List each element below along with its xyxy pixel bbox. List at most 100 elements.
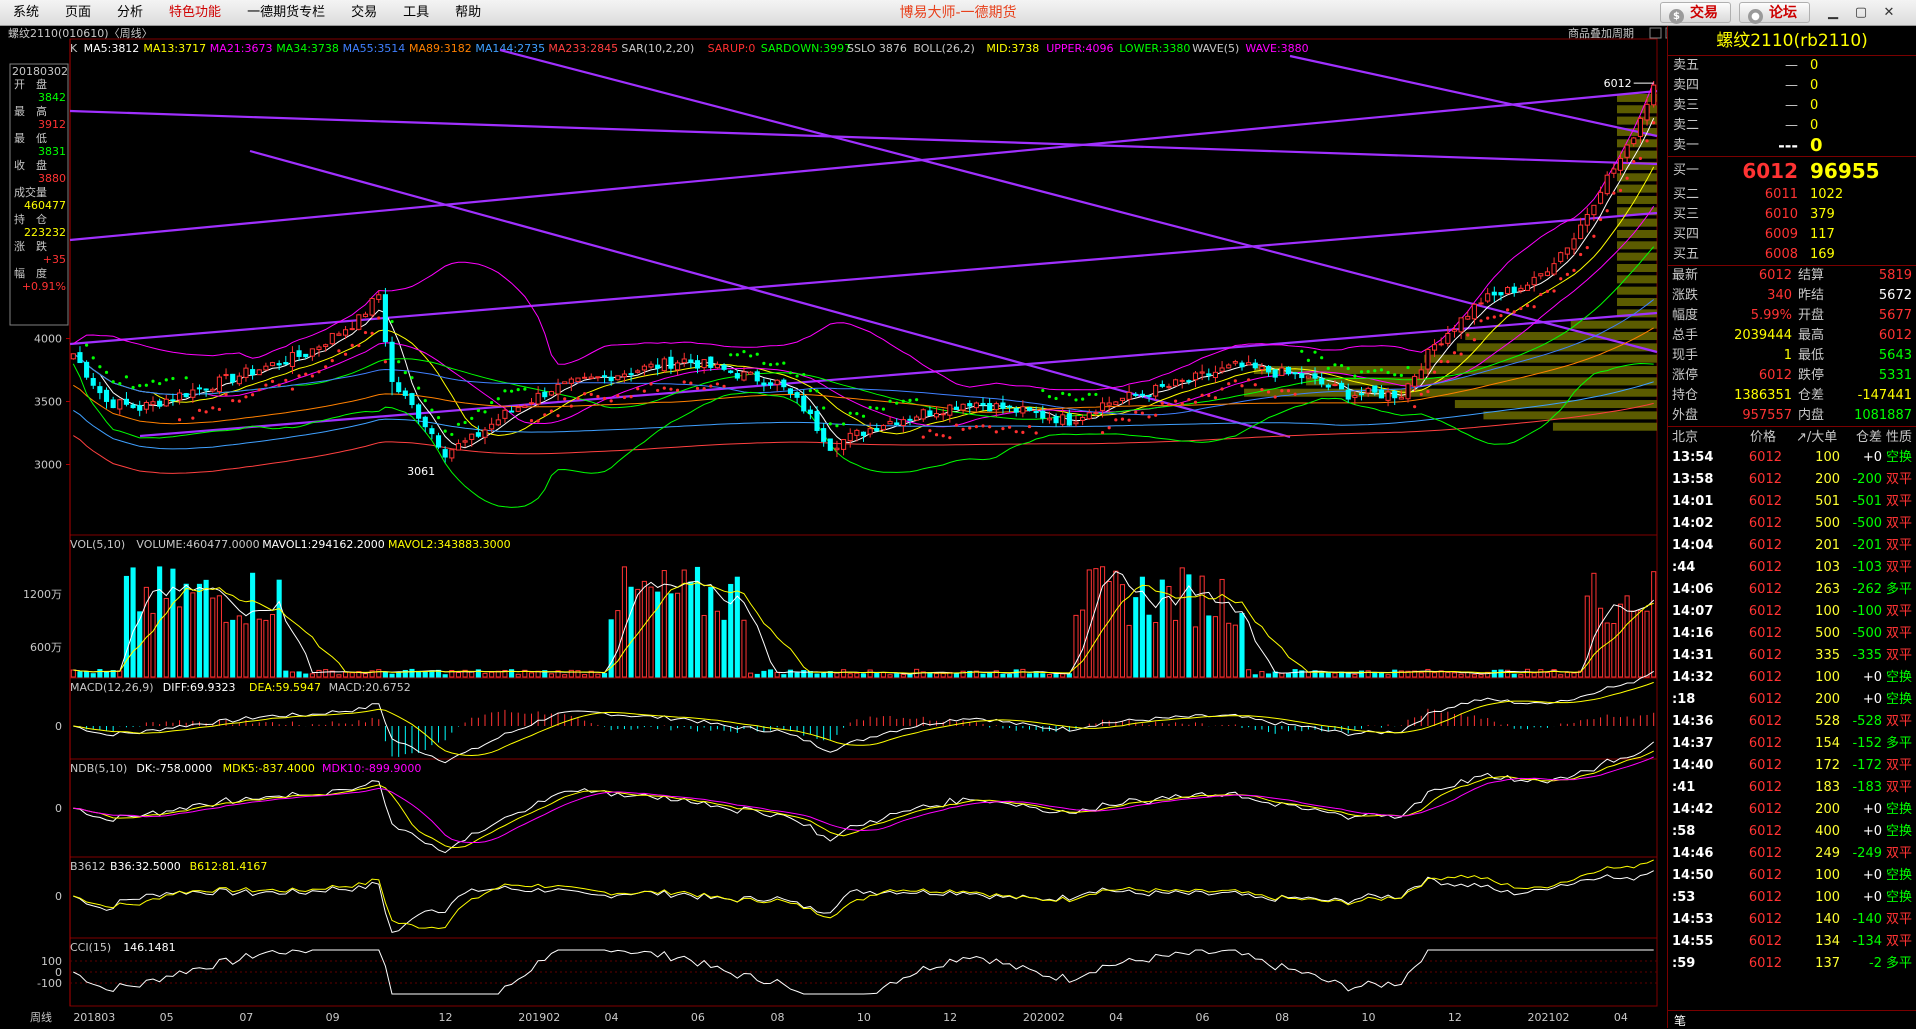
menu-item[interactable]: 分析 xyxy=(104,0,156,26)
tick-row[interactable]: 14:36 6012 528 -528 双平 xyxy=(1668,711,1916,733)
tick-row[interactable]: 14:31 6012 335 -335 双平 xyxy=(1668,645,1916,667)
tick-row[interactable]: 14:40 6012 172 -172 双平 xyxy=(1668,755,1916,777)
volume-bar xyxy=(927,672,933,678)
tick-row[interactable]: :41 6012 183 -183 双平 xyxy=(1668,777,1916,799)
volume-bars xyxy=(70,566,1657,678)
sar-dot xyxy=(835,424,839,428)
volume-bar xyxy=(1119,584,1126,678)
bid-row[interactable]: 买二 6011 1022 xyxy=(1668,185,1916,205)
sar-dot xyxy=(377,316,381,320)
volume-bar xyxy=(1139,576,1145,678)
volume-bar xyxy=(170,568,176,678)
tick-row[interactable]: 13:58 6012 200 -200 双平 xyxy=(1668,469,1916,491)
stat-value: 5672 xyxy=(1878,288,1912,303)
sar-dot xyxy=(1472,338,1476,342)
maximize-icon[interactable]: ▢ xyxy=(1850,2,1872,23)
kline-indicator-label: MA233:2845 xyxy=(548,42,618,55)
ask-row[interactable]: 卖二 — 0 xyxy=(1668,116,1916,136)
bid-row[interactable]: 买三 6010 379 xyxy=(1668,205,1916,225)
bid-row[interactable]: 买四 6009 117 xyxy=(1668,225,1916,245)
sar-dot xyxy=(509,389,514,393)
volume-bar xyxy=(621,566,628,678)
ask-label: 卖二 xyxy=(1673,118,1700,133)
volume-bar xyxy=(230,619,236,678)
tick-nature: 双平 xyxy=(1886,626,1913,641)
tick-row[interactable]: 14:37 6012 154 -152 多平 xyxy=(1668,733,1916,755)
sar-dot xyxy=(1379,368,1384,372)
tick-row[interactable]: :44 6012 103 -103 双平 xyxy=(1668,557,1916,579)
ask-label: 卖五 xyxy=(1673,58,1700,73)
candle-body xyxy=(615,375,621,381)
bid-row[interactable]: 买一 6012 96955 xyxy=(1668,157,1916,185)
candle-body xyxy=(1578,224,1584,240)
menu-item[interactable]: 系统 xyxy=(0,0,52,26)
tick-row[interactable]: 14:06 6012 263 -262 多平 xyxy=(1668,579,1916,601)
tick-row[interactable]: 14:42 6012 200 +0 空换 xyxy=(1668,799,1916,821)
tick-row[interactable]: 13:54 6012 100 +0 空换 xyxy=(1668,447,1916,469)
tick-nature: 双平 xyxy=(1886,648,1913,663)
tick-row[interactable]: 14:07 6012 100 -100 双平 xyxy=(1668,601,1916,623)
tick-time: 14:42 xyxy=(1672,802,1714,817)
tick-row[interactable]: 14:50 6012 100 +0 空换 xyxy=(1668,865,1916,887)
candle-body xyxy=(641,365,647,371)
menu-item[interactable]: 特色功能 xyxy=(156,0,234,26)
sar-dot xyxy=(1565,272,1569,276)
overlay-button[interactable]: 商品叠加 xyxy=(1568,26,1612,40)
tick-list[interactable]: 13:54 6012 100 +0 空换 13:58 6012 200 -200 双平 14:01 6… xyxy=(1668,447,1916,975)
menu-item[interactable]: 帮助 xyxy=(442,0,494,26)
tick-row[interactable]: 14:32 6012 100 +0 空换 xyxy=(1668,667,1916,689)
tick-row[interactable]: 14:02 6012 500 -500 双平 xyxy=(1668,513,1916,535)
tick-nature: 空换 xyxy=(1886,670,1913,685)
sar-dot xyxy=(1525,304,1530,308)
kline-chart[interactable]: 螺纹2110(010610)〈周线〉 商品叠加 周期 K MA5:3812 MA13:37… xyxy=(0,26,1667,1028)
close-icon[interactable]: ✕ xyxy=(1878,2,1900,23)
forum-button[interactable]: ● 论坛 xyxy=(1739,2,1810,24)
sar-dot xyxy=(1054,396,1058,401)
period-button[interactable]: 周期 xyxy=(1612,27,1634,40)
tick-row[interactable]: :53 6012 100 +0 空换 xyxy=(1668,887,1916,909)
menu-item[interactable]: 交易 xyxy=(338,0,390,26)
sar-dot xyxy=(1280,389,1284,393)
sar-dot xyxy=(363,330,368,335)
bottom-tab-ticks[interactable]: 笔 xyxy=(1674,1012,1686,1029)
tick-time: 14:37 xyxy=(1672,736,1714,751)
tick-volume: 100 xyxy=(1815,670,1840,685)
candle-body xyxy=(528,402,535,405)
tick-row[interactable]: 14:46 6012 249 -249 双平 xyxy=(1668,843,1916,865)
ask-qty: 0 xyxy=(1810,98,1819,113)
tick-row[interactable]: :58 6012 400 +0 空换 xyxy=(1668,821,1916,843)
menu-item[interactable]: 页面 xyxy=(52,0,104,26)
ask-row[interactable]: 卖五 — 0 xyxy=(1668,56,1916,76)
minimize-icon[interactable]: ▁ xyxy=(1822,2,1844,23)
menu-item[interactable]: 工具 xyxy=(390,0,442,26)
tick-nature: 空换 xyxy=(1886,868,1913,883)
ask-row[interactable]: 卖四 — 0 xyxy=(1668,76,1916,96)
volume-bar xyxy=(980,673,986,678)
ask-row[interactable]: 卖三 — 0 xyxy=(1668,96,1916,116)
tick-row[interactable]: 14:01 6012 501 -501 双平 xyxy=(1668,491,1916,513)
candle-body xyxy=(661,358,667,372)
tick-row[interactable]: :18 6012 200 +0 空换 xyxy=(1668,689,1916,711)
ask-row[interactable]: 卖一 --- 0 xyxy=(1668,136,1916,156)
sar-dot xyxy=(244,395,248,399)
tick-time: 14:07 xyxy=(1672,604,1714,619)
price-axis-label: 3000 xyxy=(34,459,62,472)
volume-bar xyxy=(721,619,727,678)
candle-body xyxy=(1339,382,1345,390)
tick-row[interactable]: 14:16 6012 500 -500 双平 xyxy=(1668,623,1916,645)
tick-volume: 134 xyxy=(1815,934,1840,949)
sar-dot xyxy=(682,380,686,384)
tick-row[interactable]: 14:53 6012 140 -140 双平 xyxy=(1668,909,1916,931)
tick-row[interactable]: 14:04 6012 201 -201 双平 xyxy=(1668,535,1916,557)
volume-bar xyxy=(349,672,355,678)
sar-dot xyxy=(1286,389,1291,393)
trade-button[interactable]: $ 交易 xyxy=(1660,2,1731,24)
candle-body xyxy=(1332,384,1338,387)
bid-row[interactable]: 买五 6008 169 xyxy=(1668,245,1916,265)
tick-row[interactable]: 14:55 6012 134 -134 双平 xyxy=(1668,931,1916,953)
sar-dot xyxy=(450,432,454,437)
tick-row[interactable]: :59 6012 137 -2 多平 xyxy=(1668,953,1916,975)
toolbar-btn-1[interactable] xyxy=(1649,27,1662,39)
candle-body xyxy=(77,352,83,364)
menu-item[interactable]: 一德期货专栏 xyxy=(234,0,338,26)
